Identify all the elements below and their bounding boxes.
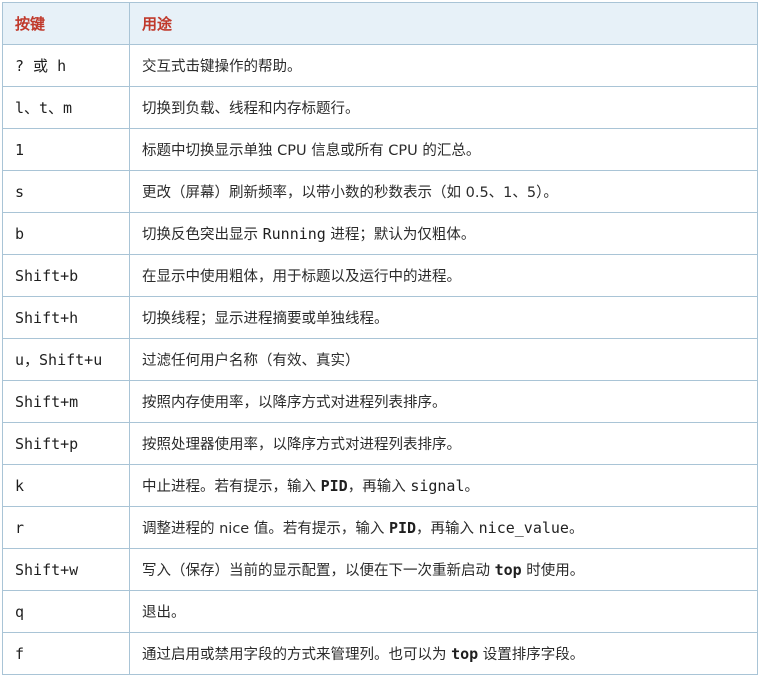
table-row: l、t、m 切换到负载、线程和内存标题行。 <box>2 86 758 129</box>
usage-cell: 标题中切换显示单独 CPU 信息或所有 CPU 的汇总。 <box>129 128 758 171</box>
usage-text: 切换到负载、线程和内存标题行。 <box>142 101 360 117</box>
usage-text: 按照处理器使用率，以降序方式对进程列表排序。 <box>142 437 461 453</box>
usage-cell: 通过启用或禁用字段的方式来管理列。也可以为 top 设置排序字段。 <box>129 632 758 675</box>
key-cell: l、t、m <box>2 86 130 129</box>
key-cell: Shift+m <box>2 380 130 423</box>
usage-text: 进程；默认为仅粗体。 <box>325 227 476 243</box>
usage-text: ，再输入 <box>416 521 479 537</box>
key-cell: r <box>2 506 130 549</box>
key-cell: Shift+w <box>2 548 130 591</box>
key-cell: 1 <box>2 128 130 171</box>
table-row: 1 标题中切换显示单独 CPU 信息或所有 CPU 的汇总。 <box>2 128 758 171</box>
table-body: ? 或 h 交互式击键操作的帮助。 l、t、m 切换到负载、线程和内存标题行。 1 标题中… <box>2 44 758 675</box>
table-row: f 通过启用或禁用字段的方式来管理列。也可以为 top 设置排序字段。 <box>2 632 758 675</box>
usage-cell: 写入（保存）当前的显示配置，以便在下一次重新启动 top 时使用。 <box>129 548 758 591</box>
table-row: Shift+m 按照内存使用率，以降序方式对进程列表排序。 <box>2 380 758 423</box>
table-row: q 退出。 <box>2 590 758 633</box>
usage-cell: 切换线程；显示进程摘要或单独线程。 <box>129 296 758 339</box>
usage-text: 。 <box>568 521 584 537</box>
usage-cell: 调整进程的 nice 值。若有提示，输入 PID，再输入 nice_value。 <box>129 506 758 549</box>
table-row: Shift+p 按照处理器使用率，以降序方式对进程列表排序。 <box>2 422 758 465</box>
usage-cell: 交互式击键操作的帮助。 <box>129 44 758 87</box>
code-text: Running <box>262 225 326 243</box>
usage-text: 中止进程。若有提示，输入 <box>142 479 321 495</box>
usage-cell: 在显示中使用粗体，用于标题以及运行中的进程。 <box>129 254 758 297</box>
usage-text: 。 <box>464 479 480 495</box>
usage-cell: 过滤任何用户名称（有效、真实） <box>129 338 758 381</box>
usage-text: 设置排序字段。 <box>478 647 585 663</box>
usage-cell: 切换到负载、线程和内存标题行。 <box>129 86 758 129</box>
key-cell: k <box>2 464 130 507</box>
key-cell: u，Shift+u <box>2 338 130 381</box>
key-cell: Shift+p <box>2 422 130 465</box>
usage-text: ，再输入 <box>347 479 411 495</box>
code-text: top <box>494 561 522 579</box>
keybindings-table: 按键 用途 ? 或 h 交互式击键操作的帮助。 l、t、m 切换到负载、线程和内存标题… <box>2 2 758 675</box>
table-row: b 切换反色突出显示 Running 进程；默认为仅粗体。 <box>2 212 758 255</box>
usage-cell: 中止进程。若有提示，输入 PID，再输入 signal。 <box>129 464 758 507</box>
usage-text: 过滤任何用户名称（有效、真实） <box>142 353 360 369</box>
usage-text: 切换线程；显示进程摘要或单独线程。 <box>142 311 389 327</box>
keybindings-table-container: 按键 用途 ? 或 h 交互式击键操作的帮助。 l、t、m 切换到负载、线程和内存标题… <box>2 2 758 675</box>
table-row: k 中止进程。若有提示，输入 PID，再输入 signal。 <box>2 464 758 507</box>
table-row: s 更改（屏幕）刷新频率，以带小数的秒数表示（如 0.5、1、5）。 <box>2 170 758 213</box>
usage-text: 调整进程的 nice 值。若有提示，输入 <box>142 521 389 537</box>
table-row: Shift+w 写入（保存）当前的显示配置，以便在下一次重新启动 top 时使用。 <box>2 548 758 591</box>
usage-text: 在显示中使用粗体，用于标题以及运行中的进程。 <box>142 269 461 285</box>
usage-cell: 按照处理器使用率，以降序方式对进程列表排序。 <box>129 422 758 465</box>
table-row: r 调整进程的 nice 值。若有提示，输入 PID，再输入 nice_value… <box>2 506 758 549</box>
key-cell: s <box>2 170 130 213</box>
usage-text: 标题中切换显示单独 CPU 信息或所有 CPU 的汇总。 <box>142 143 481 159</box>
usage-text: 写入（保存）当前的显示配置，以便在下一次重新启动 <box>142 563 495 579</box>
usage-cell: 退出。 <box>129 590 758 633</box>
table-row: ? 或 h 交互式击键操作的帮助。 <box>2 44 758 87</box>
header-key: 按键 <box>2 2 130 45</box>
usage-text: 切换反色突出显示 <box>142 227 263 243</box>
key-cell: f <box>2 632 130 675</box>
table-row: Shift+b 在显示中使用粗体，用于标题以及运行中的进程。 <box>2 254 758 297</box>
usage-text: 通过启用或禁用字段的方式来管理列。也可以为 <box>142 647 452 663</box>
usage-text: 时使用。 <box>521 563 585 579</box>
header-usage: 用途 <box>129 2 758 45</box>
code-text: PID <box>320 477 348 495</box>
usage-text: 更改（屏幕）刷新频率，以带小数的秒数表示（如 0.5、1、5）。 <box>142 185 558 201</box>
usage-cell: 按照内存使用率，以降序方式对进程列表排序。 <box>129 380 758 423</box>
code-text: top <box>451 645 479 663</box>
key-cell: Shift+h <box>2 296 130 339</box>
usage-text: 退出。 <box>142 605 186 621</box>
code-text: PID <box>388 519 417 537</box>
table-row: u，Shift+u 过滤任何用户名称（有效、真实） <box>2 338 758 381</box>
usage-cell: 切换反色突出显示 Running 进程；默认为仅粗体。 <box>129 212 758 255</box>
key-cell: ? 或 h <box>2 44 130 87</box>
table-header-row: 按键 用途 <box>2 2 758 45</box>
code-text: nice_value <box>478 519 569 537</box>
key-cell: Shift+b <box>2 254 130 297</box>
key-cell: q <box>2 590 130 633</box>
key-cell: b <box>2 212 130 255</box>
usage-text: 按照内存使用率，以降序方式对进程列表排序。 <box>142 395 447 411</box>
code-text: signal <box>410 477 465 495</box>
usage-cell: 更改（屏幕）刷新频率，以带小数的秒数表示（如 0.5、1、5）。 <box>129 170 758 213</box>
table-row: Shift+h 切换线程；显示进程摘要或单独线程。 <box>2 296 758 339</box>
usage-text: 交互式击键操作的帮助。 <box>142 59 302 75</box>
